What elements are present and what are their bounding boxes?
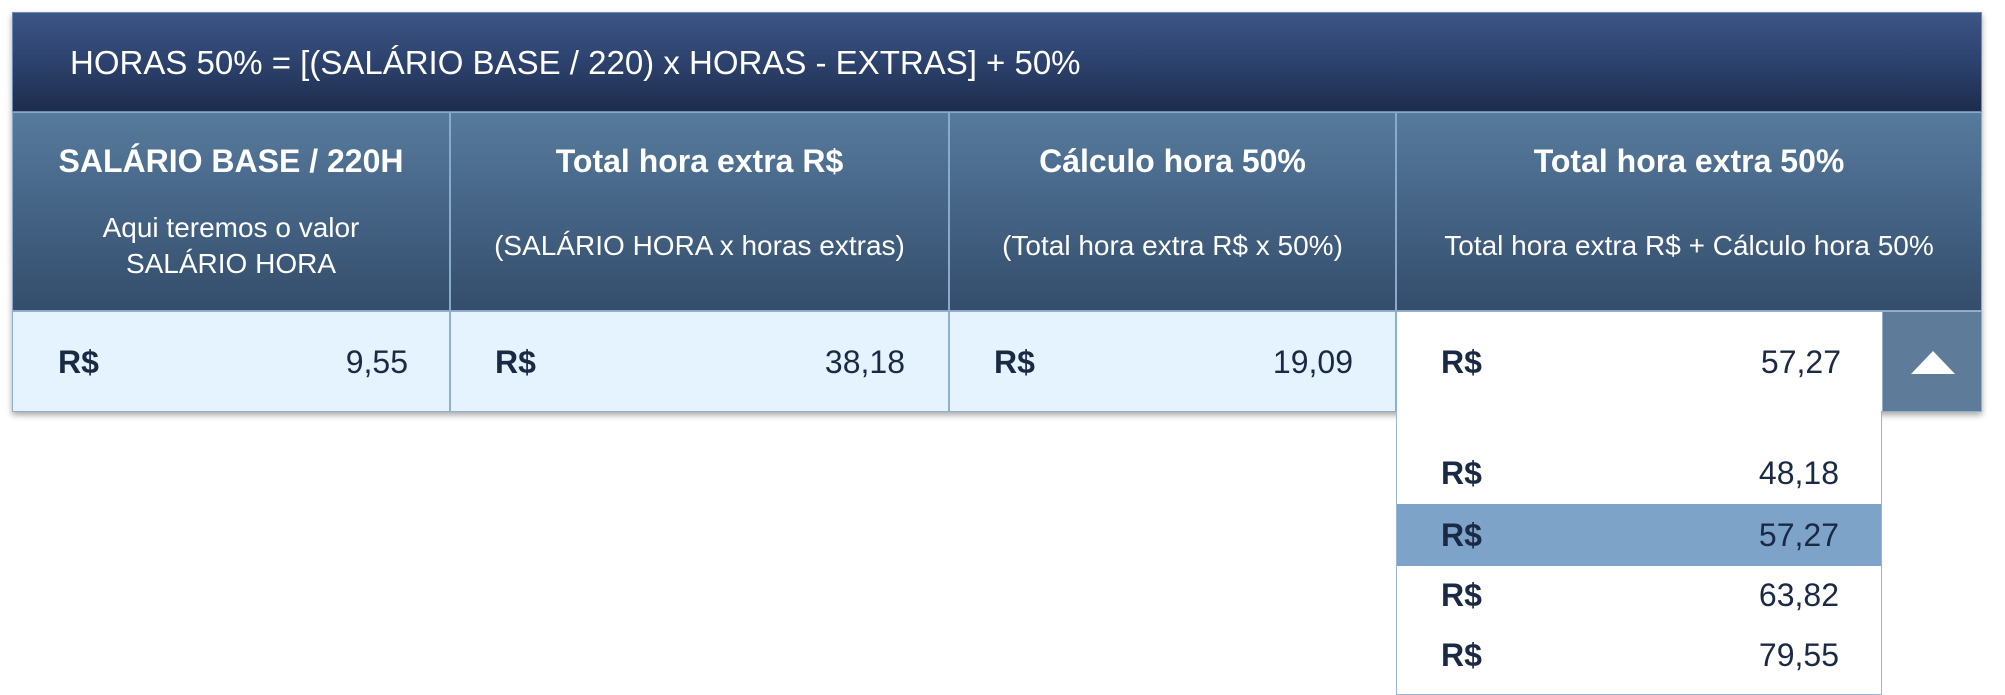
dropdown-option-selected[interactable]: R$ 57,27 xyxy=(1397,504,1881,566)
selected-value: 57,27 xyxy=(1760,344,1841,380)
currency-label: R$ xyxy=(1441,455,1482,491)
option-value: 57,27 xyxy=(1758,517,1839,553)
value-cell-calculo-hora-50: R$ 19,09 xyxy=(949,311,1396,412)
header-subtitle: (SALÁRIO HORA x horas extras) xyxy=(494,230,905,261)
currency-label: R$ xyxy=(1441,517,1482,553)
header-salario-base: SALÁRIO BASE / 220H Aqui teremos o valor… xyxy=(12,112,450,311)
header-title: SALÁRIO BASE / 220H xyxy=(58,143,404,179)
value-row: R$ 9,55 R$ 38,18 R$ 19,09 R$ 57,27 xyxy=(12,311,1982,412)
header-calculo-hora-50: Cálculo hora 50% (Total hora extra R$ x … xyxy=(949,112,1396,311)
header-subtitle: (Total hora extra R$ x 50%) xyxy=(1002,230,1343,261)
value-cell-total-hora-extra: R$ 38,18 xyxy=(450,311,949,412)
formula-table: HORAS 50% = [(SALÁRIO BASE / 220) x HORA… xyxy=(12,12,1982,412)
option-value: 48,18 xyxy=(1758,455,1839,491)
header-subtitle-line: Aqui teremos o valor xyxy=(102,212,360,243)
header-total-hora-extra: Total hora extra R$ (SALÁRIO HORA x hora… xyxy=(450,112,949,311)
amount-value: 38,18 xyxy=(824,344,905,380)
dropdown-option[interactable]: R$ 79,55 xyxy=(1397,624,1881,686)
header-title: Total hora extra R$ xyxy=(555,143,844,179)
value-cell-salario-hora: R$ 9,55 xyxy=(12,311,450,412)
header-subtitle: Aqui teremos o valor SALÁRIO HORA xyxy=(23,210,439,282)
header-subtitle-line: SALÁRIO HORA xyxy=(125,248,337,279)
currency-label: R$ xyxy=(1441,344,1482,380)
currency-label: R$ xyxy=(495,344,536,380)
formula-title: HORAS 50% = [(SALÁRIO BASE / 220) x HORA… xyxy=(12,12,1982,112)
option-value: 79,55 xyxy=(1758,637,1839,673)
dropdown-option[interactable]: R$ 63,82 xyxy=(1397,564,1881,626)
dropdown-list: R$ 48,18 R$ 57,27 R$ 63,82 R$ 79,55 xyxy=(1396,411,1882,695)
amount-value: 9,55 xyxy=(345,344,408,380)
dropdown-toggle-button[interactable] xyxy=(1882,311,1982,412)
header-subtitle: Total hora extra R$ + Cálculo hora 50% xyxy=(1444,230,1934,261)
amount-value: 19,09 xyxy=(1272,344,1353,380)
currency-label: R$ xyxy=(1441,577,1482,613)
option-value: 63,82 xyxy=(1758,577,1839,613)
header-total-hora-extra-50: Total hora extra 50% Total hora extra R$… xyxy=(1396,112,1982,311)
currency-label: R$ xyxy=(58,344,99,380)
triangle-up-icon xyxy=(1911,351,1955,374)
currency-label: R$ xyxy=(1441,637,1482,673)
currency-label: R$ xyxy=(994,344,1035,380)
header-row: SALÁRIO BASE / 220H Aqui teremos o valor… xyxy=(12,112,1982,311)
header-title: Total hora extra 50% xyxy=(1533,143,1845,179)
dropdown-option[interactable]: R$ 48,18 xyxy=(1397,442,1881,504)
header-title: Cálculo hora 50% xyxy=(1039,143,1306,179)
